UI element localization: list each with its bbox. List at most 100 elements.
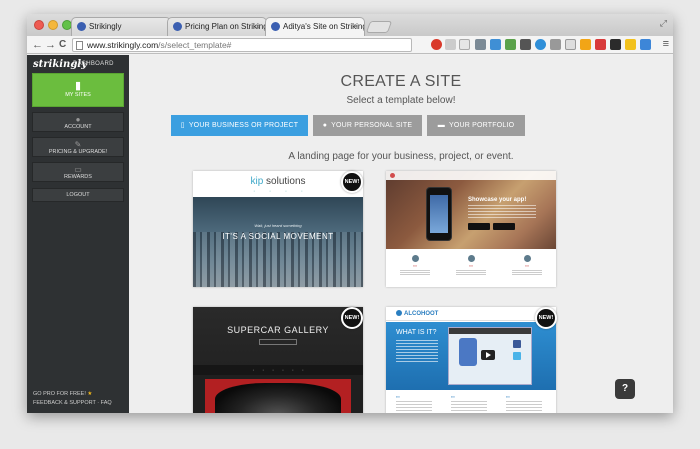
extension-icon[interactable] (640, 39, 651, 50)
twitter-icon (513, 352, 521, 360)
sidebar-item-label: REWARDS (64, 174, 92, 180)
new-badge: NEW! (341, 171, 363, 193)
heart-icon (411, 255, 419, 262)
page-icon: ▮ (74, 80, 82, 92)
extension-icon[interactable] (625, 39, 636, 50)
browser-menu-icon[interactable]: ≡ (663, 38, 669, 50)
stop-extension-icon[interactable] (431, 39, 442, 50)
feature-column: ▪▪▪ (506, 395, 546, 413)
extension-icon[interactable] (475, 39, 486, 50)
user-icon: ● (322, 122, 328, 129)
category-description: A landing page for your business, projec… (288, 151, 514, 162)
extension-icon[interactable] (520, 39, 531, 50)
play-icon (481, 350, 495, 360)
page-icon: ▯ (180, 122, 185, 129)
main-content: CREATE A SITE Select a template below! ▯… (129, 55, 673, 413)
sidebar-item-label: LOGOUT (66, 192, 90, 198)
reload-button[interactable]: C (59, 38, 66, 52)
forward-button[interactable]: → (45, 38, 56, 52)
sidebar-item-label: PRICING & UPGRADE! (48, 149, 108, 155)
template-headline: IT'S A SOCIAL MOVEMENT (222, 232, 334, 241)
template-subtitle-box (259, 339, 297, 345)
feature-item: ▪▪▪ (452, 255, 490, 276)
category-personal-button[interactable]: ● YOUR PERSONAL SITE (313, 115, 422, 136)
close-tab-icon[interactable]: × (255, 22, 260, 31)
feature-column: ▪▪▪ (396, 395, 436, 413)
sidebar-item-rewards[interactable]: ▭ REWARDS (32, 162, 124, 182)
sidebar-item-my-sites[interactable]: ▮ MY SITES (32, 73, 124, 107)
template-nav: ▪ ▪ ▪ ▪ ▪ ▪ (193, 365, 363, 375)
facebook-icon (513, 340, 521, 348)
browser-tab-pricing[interactable]: Pricing Plan on Strikingly × (167, 17, 267, 36)
strikingly-favicon-icon (77, 22, 86, 31)
back-button[interactable]: ← (32, 38, 43, 52)
extension-icon[interactable] (490, 39, 501, 50)
bookmark-star-icon[interactable] (459, 39, 470, 50)
new-badge: NEW! (535, 307, 557, 329)
extension-icon[interactable] (580, 39, 591, 50)
pin-icon (467, 255, 475, 262)
sidebar-item-pricing[interactable]: ✎ PRICING & UPGRADE! (32, 137, 124, 157)
template-logo: kip solutions (250, 176, 306, 187)
feature-item: ▪▪▪ (508, 255, 546, 276)
wrench-icon: ✎ (74, 140, 82, 149)
briefcase-icon: ▬ (437, 122, 445, 129)
extension-icon[interactable] (565, 39, 576, 50)
template-headline: SUPERCAR GALLERY (227, 325, 329, 335)
play-store-badge (493, 223, 515, 230)
help-button[interactable]: ? (615, 379, 635, 399)
template-header: kip solutions ▪ ▪ ▪ ▪ (193, 171, 363, 197)
sidebar-item-account[interactable]: ● ACCOUNT (32, 112, 124, 132)
category-label: YOUR PERSONAL SITE (331, 122, 413, 129)
star-icon: ★ (87, 391, 93, 397)
template-logo: ALCOHOOT (396, 310, 438, 317)
sidebar-item-label: MY SITES (65, 92, 91, 98)
template-card-alcohoot[interactable]: ALCOHOOT WHAT IS IT? ▪▪▪ ▪▪▪ ▪▪▪ (386, 307, 556, 413)
share-extension-icon[interactable] (445, 39, 456, 50)
extension-icon[interactable] (550, 39, 561, 50)
template-header: ALCOHOOT (386, 307, 556, 321)
category-business-button[interactable]: ▯ YOUR BUSINESS OR PROJECT (171, 115, 308, 136)
page-icon (76, 41, 83, 50)
template-headline: WHAT IS IT? (396, 329, 437, 336)
browser-window: Strikingly Pricing Plan on Strikingly × … (27, 14, 673, 413)
template-header (386, 171, 556, 180)
close-window-button[interactable] (34, 20, 44, 30)
template-card-kip-solutions[interactable]: kip solutions ▪ ▪ ▪ ▪ Wait, just heard s… (193, 171, 363, 287)
close-tab-icon[interactable]: × (353, 22, 358, 31)
feature-column: ▪▪▪ (451, 395, 491, 413)
car-image (215, 383, 341, 413)
category-label: YOUR BUSINESS OR PROJECT (188, 122, 299, 129)
dashboard-label: DASHBOARD (73, 61, 114, 67)
browser-tab-aditya-site[interactable]: Aditya's Site on Strikingly × (265, 17, 365, 36)
sidebar-item-label: ACCOUNT (64, 124, 92, 130)
tag-icon (523, 255, 531, 262)
phone-image (426, 187, 452, 241)
browser-tab-strikingly[interactable]: Strikingly (71, 17, 171, 36)
app-area: strikingly DASHBOARD ▮ MY SITES ● ACCOUN… (27, 55, 673, 413)
feedback-support-link[interactable]: FEEDBACK & SUPPORT · FAQ (33, 400, 112, 406)
minimize-window-button[interactable] (48, 20, 58, 30)
extension-icon[interactable] (535, 39, 546, 50)
fullscreen-icon[interactable]: ⤢ (660, 18, 667, 29)
template-nav: ▪ ▪ ▪ ▪ (253, 189, 303, 193)
page-title: CREATE A SITE (340, 73, 462, 90)
go-pro-link[interactable]: GO PRO FOR FREE! ★ (33, 391, 92, 397)
sidebar: strikingly DASHBOARD ▮ MY SITES ● ACCOUN… (27, 55, 129, 413)
url-host: www.strikingly.com (87, 40, 159, 50)
category-portfolio-button[interactable]: ▬ YOUR PORTFOLIO (427, 115, 525, 136)
feature-item: ▪▪▪ (396, 255, 434, 276)
extension-icon[interactable] (595, 39, 606, 50)
template-card-app-showcase[interactable]: Showcase your app! ▪▪▪ ▪▪▪ ▪▪▪ (386, 171, 556, 287)
browser-toolbar: ← → C www.strikingly.com/s/select_templa… (27, 36, 673, 54)
extension-icon[interactable] (505, 39, 516, 50)
strikingly-favicon-icon (173, 22, 182, 31)
go-pro-label: GO PRO FOR FREE! (33, 391, 86, 397)
sidebar-item-logout[interactable]: LOGOUT (32, 188, 124, 202)
owl-icon (396, 310, 402, 316)
template-card-supercar-gallery[interactable]: SUPERCAR GALLERY ▪ ▪ ▪ ▪ ▪ ▪ (193, 307, 363, 413)
extension-icon[interactable] (610, 39, 621, 50)
page-subtitle: Select a template below! (346, 95, 456, 106)
new-tab-button[interactable] (365, 21, 393, 33)
address-bar[interactable]: www.strikingly.com/s/select_template# (72, 38, 412, 52)
